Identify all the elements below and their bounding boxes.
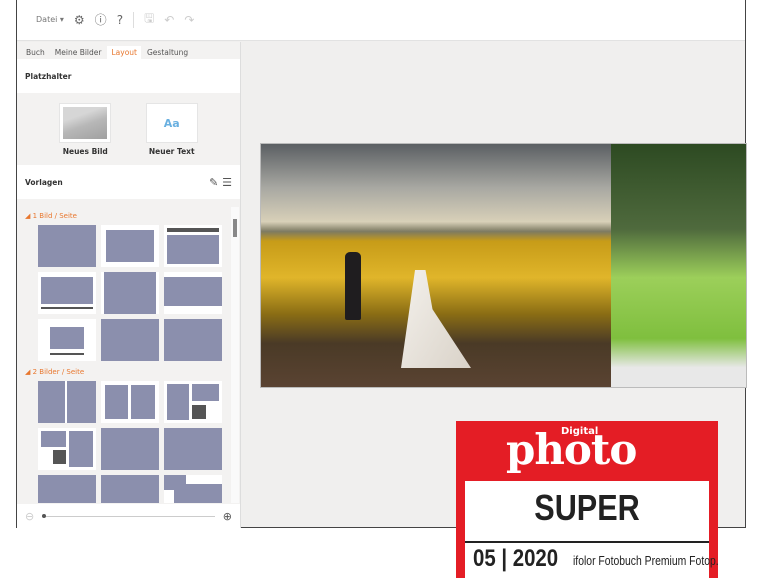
- template-thumbnail[interactable]: [164, 428, 222, 470]
- divider: [465, 541, 709, 543]
- tab-bar: Buch Meine Bilder Layout Gestaltung: [17, 42, 240, 59]
- template-thumbnail[interactable]: [164, 319, 222, 361]
- badge-rating: SUPER: [534, 487, 640, 528]
- templates-header: Vorlagen ✎ ☰: [17, 165, 240, 199]
- badge-product: ifolor Fotobuch Premium Fotop.: [573, 553, 719, 568]
- template-thumbnail[interactable]: [38, 225, 96, 267]
- wedding-sunflower-photo[interactable]: [261, 144, 611, 387]
- template-thumbnail[interactable]: [101, 272, 159, 314]
- zoom-out-icon[interactable]: ⊖: [25, 510, 34, 523]
- bride-figure: [401, 270, 471, 368]
- template-thumbnail[interactable]: [101, 225, 159, 267]
- file-menu[interactable]: Datei ▾: [36, 15, 64, 24]
- tab-gestaltung[interactable]: Gestaltung: [143, 46, 192, 59]
- zoom-bar: ⊖ ⊕: [17, 504, 240, 528]
- template-thumbnail[interactable]: [164, 381, 222, 423]
- info-icon[interactable]: ⓘ: [95, 11, 107, 28]
- text-placeholder-icon: Aa: [163, 116, 180, 130]
- template-thumbnail[interactable]: [38, 272, 96, 314]
- undo-icon[interactable]: ↶: [164, 13, 174, 27]
- tab-layout[interactable]: Layout: [107, 46, 141, 59]
- award-badge: photo Digital SUPER 05 | 2020 ifolor Fot…: [456, 421, 719, 578]
- help-icon[interactable]: ?: [117, 13, 123, 27]
- tab-buch[interactable]: Buch: [22, 46, 49, 59]
- new-image-button[interactable]: Neues Bild: [59, 103, 112, 165]
- zoom-slider-handle[interactable]: [42, 513, 47, 518]
- divider: [133, 11, 135, 28]
- chevron-down-icon: ▾: [59, 15, 64, 24]
- template-thumbnail[interactable]: [101, 475, 159, 503]
- badge-panel: SUPER 05 | 2020 ifolor Fotobuch Premium …: [465, 481, 719, 578]
- template-thumbnail[interactable]: [101, 319, 159, 361]
- template-thumbnail[interactable]: [38, 319, 96, 361]
- template-thumbnail[interactable]: [101, 381, 159, 423]
- template-thumbnail[interactable]: [38, 475, 96, 503]
- tab-meine-bilder[interactable]: Meine Bilder: [51, 46, 106, 59]
- template-thumbnail[interactable]: [38, 428, 96, 470]
- new-text-button[interactable]: Aa Neuer Text: [145, 103, 198, 165]
- template-list: ◢ 1 Bild / Seite ◢ 2 Bilder / Seite: [17, 207, 231, 503]
- group-header[interactable]: ◢ 1 Bild / Seite: [17, 207, 231, 225]
- placeholder-header: Platzhalter: [17, 59, 240, 93]
- template-thumbnail[interactable]: [164, 272, 222, 314]
- template-thumbnail[interactable]: [38, 381, 96, 423]
- photo-book-spread[interactable]: [260, 143, 747, 388]
- zoom-slider[interactable]: [42, 513, 215, 518]
- section-title: Vorlagen: [25, 177, 63, 187]
- save-icon[interactable]: 🖫: [144, 9, 154, 30]
- new-image-label: Neues Bild: [62, 147, 108, 156]
- image-placeholder-icon: [63, 107, 108, 139]
- template-thumbnail[interactable]: [101, 428, 159, 470]
- redo-icon[interactable]: ↷: [184, 13, 194, 27]
- template-thumbnail[interactable]: [164, 225, 222, 267]
- scrollbar-thumb[interactable]: [233, 219, 237, 237]
- side-panel: Buch Meine Bilder Layout Gestaltung Plat…: [17, 42, 241, 528]
- list-icon[interactable]: ☰: [222, 176, 232, 189]
- groom-figure: [345, 252, 361, 320]
- group-header[interactable]: ◢ 2 Bilder / Seite: [17, 363, 231, 381]
- new-text-label: Neuer Text: [148, 147, 195, 156]
- settings-icon[interactable]: ⚙: [74, 13, 85, 27]
- toolbar: Datei ▾ ⚙ ⓘ ? 🖫 ↶ ↷: [17, 0, 745, 41]
- template-scrollbar[interactable]: [231, 207, 239, 503]
- badge-issue: 05 | 2020: [473, 545, 559, 572]
- badge-brand-small: Digital: [561, 426, 599, 437]
- edit-pencil-icon[interactable]: ✎: [209, 176, 218, 189]
- garden-photo[interactable]: [611, 144, 746, 387]
- section-title: Platzhalter: [25, 71, 72, 81]
- zoom-in-icon[interactable]: ⊕: [223, 510, 232, 523]
- placeholder-items: Neues Bild Aa Neuer Text: [17, 93, 240, 165]
- file-menu-label: Datei: [36, 15, 58, 24]
- template-thumbnail[interactable]: [164, 475, 222, 503]
